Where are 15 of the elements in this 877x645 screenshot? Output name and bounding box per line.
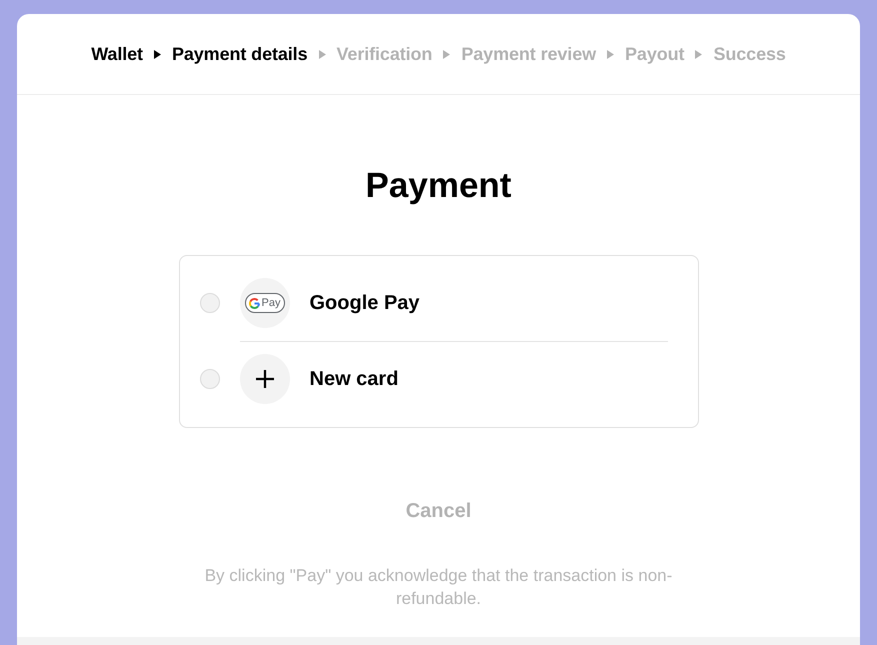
g-logo-icon — [248, 298, 260, 308]
page-title: Payment — [366, 166, 512, 206]
step-label: Payment details — [172, 44, 308, 64]
step-label: Wallet — [91, 44, 143, 64]
plus-icon — [240, 354, 290, 404]
step-label: Success — [713, 44, 786, 64]
disclaimer-text: By clicking "Pay" you acknowledge that the transaction is non-refundable. — [204, 565, 674, 610]
payment-method-label[interactable]: Google Pay — [310, 292, 420, 314]
pay-logo-text: Pay — [262, 297, 280, 309]
payment-method-label[interactable]: New card — [310, 368, 398, 390]
step-label: Verification — [336, 44, 432, 64]
radio-button[interactable] — [200, 293, 220, 313]
step-label: Payout — [625, 44, 684, 64]
step-label: Payment review — [461, 44, 596, 64]
radio-button[interactable] — [200, 369, 220, 389]
